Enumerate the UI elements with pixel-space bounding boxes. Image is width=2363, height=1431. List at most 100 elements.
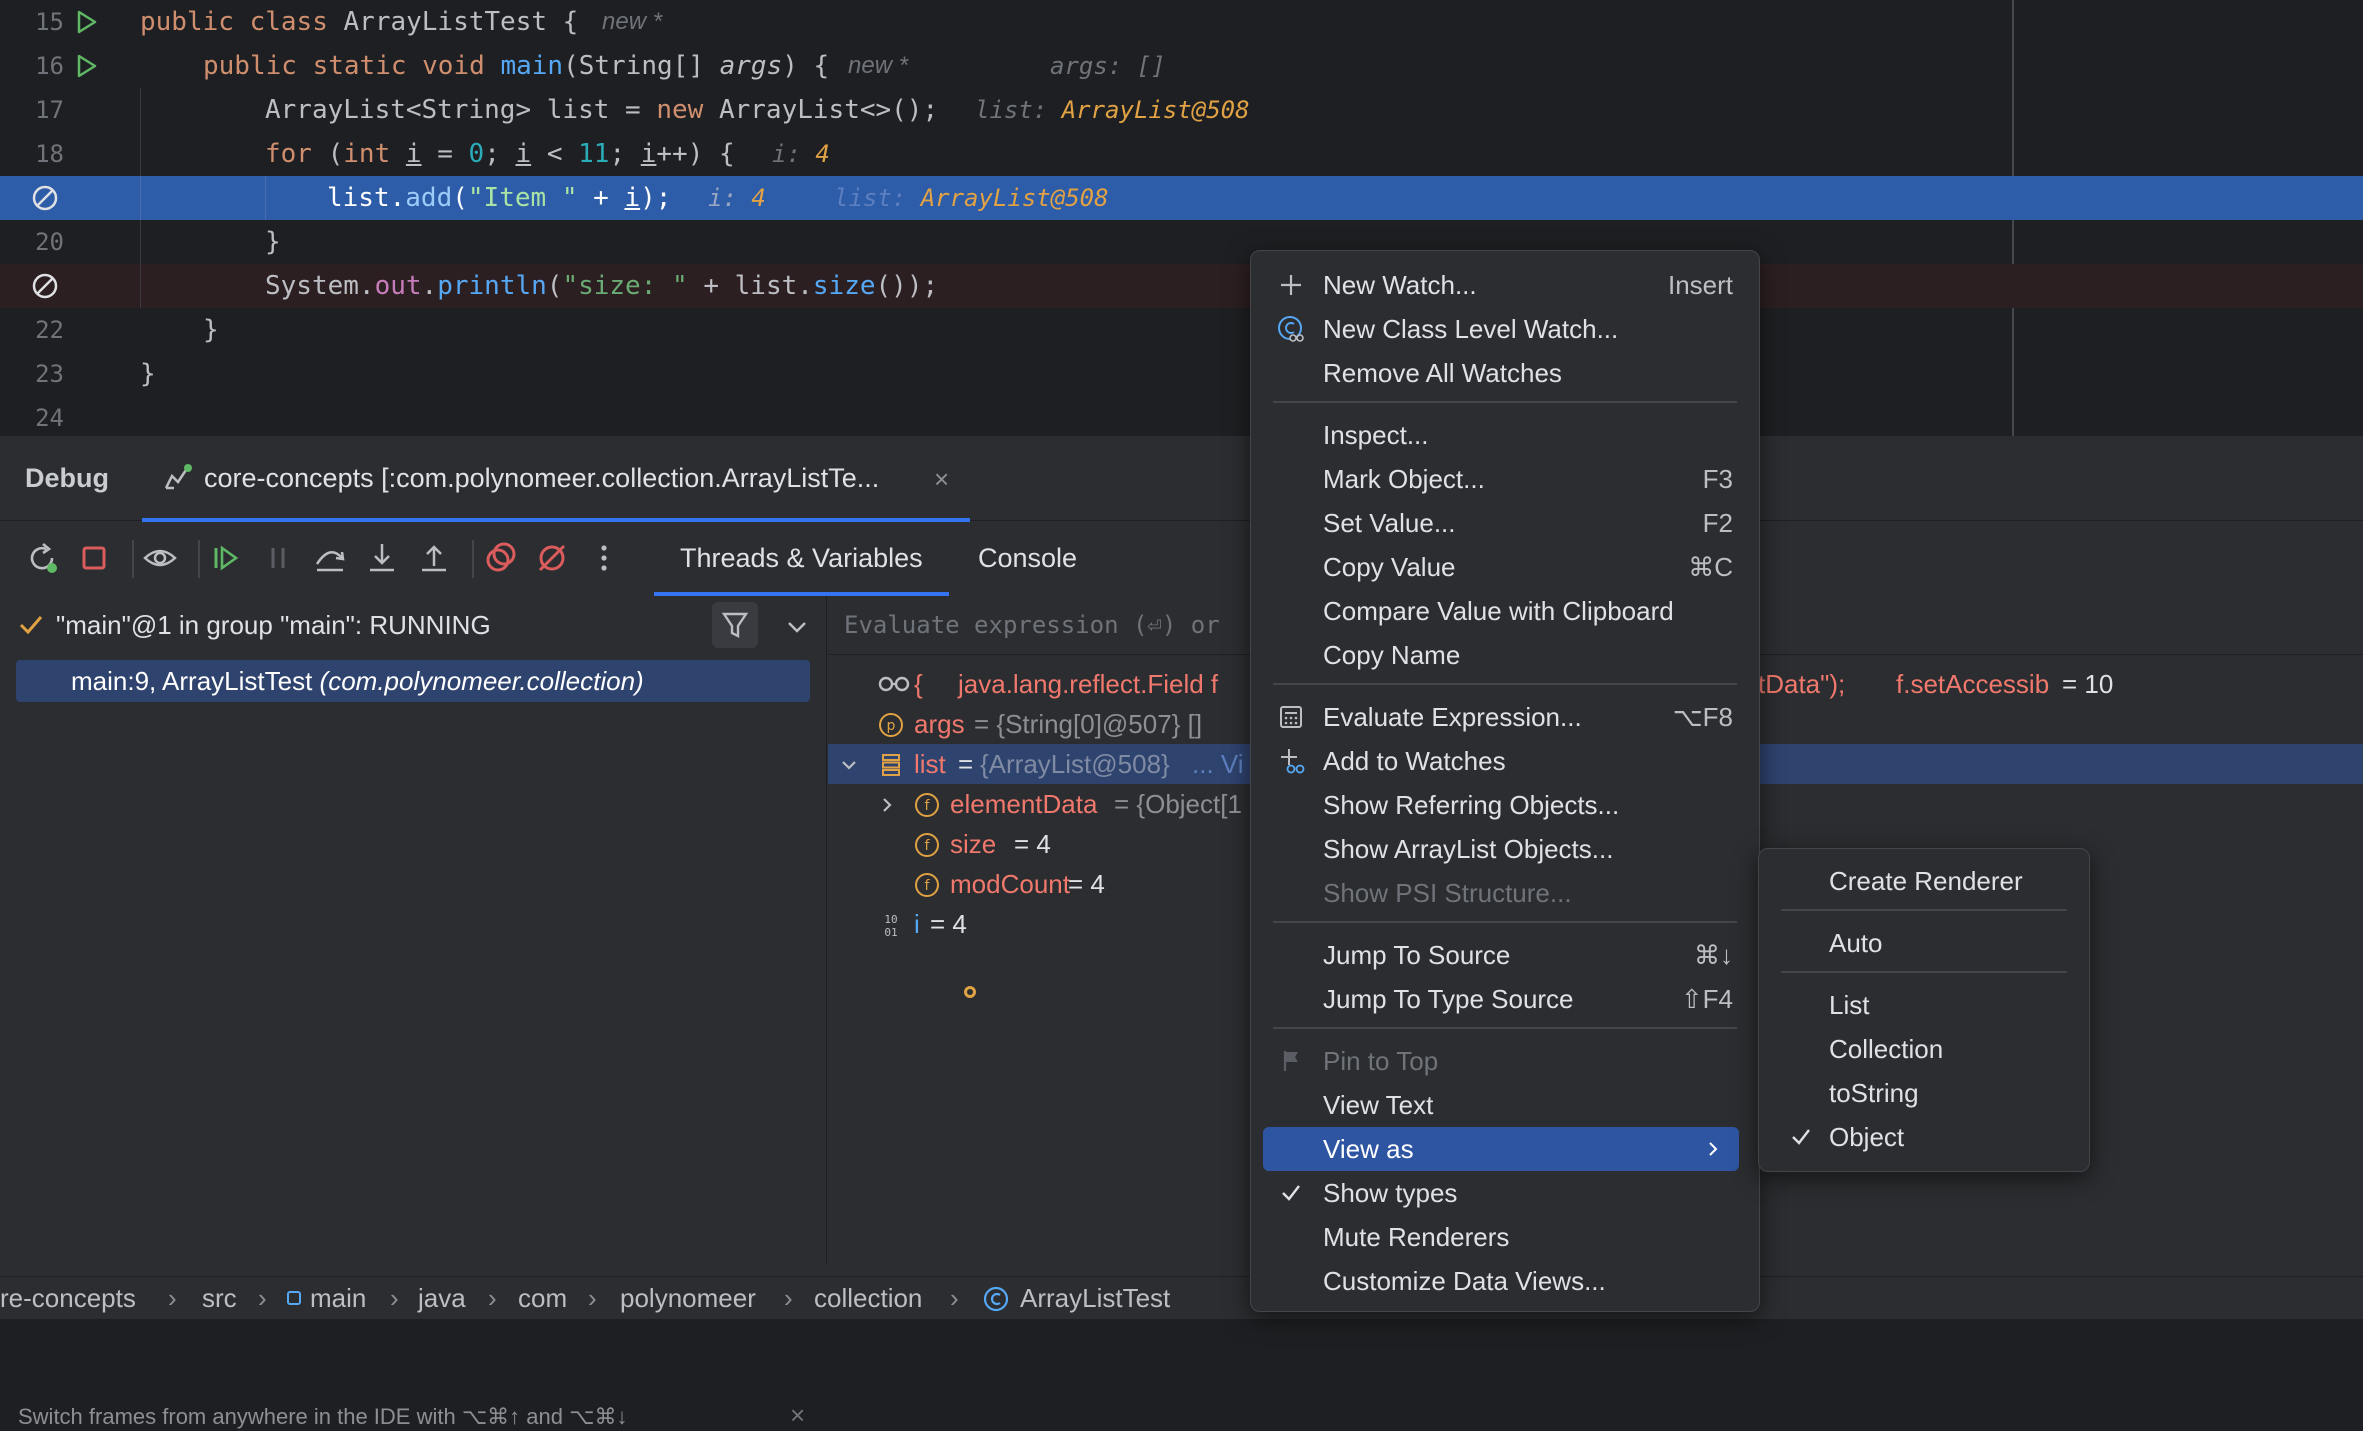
debug-session-tab[interactable]: core-concepts [:com.polynomeer.collectio… (142, 436, 970, 522)
code-line-20[interactable]: 20 } (0, 220, 2363, 264)
code-editor[interactable]: 15 public class ArrayListTest { new * 16… (0, 0, 2363, 436)
breadcrumb-java[interactable]: java (418, 1277, 466, 1319)
debug-inline-value: list: ArrayList@508 (975, 96, 1250, 124)
debug-inline-value: list: ArrayList@508 (834, 184, 1109, 212)
code-text: } (203, 315, 219, 345)
run-gutter-icon[interactable] (72, 52, 100, 80)
code-line-15[interactable]: 15 public class ArrayListTest { new * (0, 0, 2363, 44)
svg-text:f: f (925, 878, 931, 894)
resume-icon[interactable] (208, 540, 244, 576)
menu-item-add-to-watches[interactable]: Add to Watches (1263, 739, 1747, 783)
menu-item-view-text[interactable]: View Text (1263, 1083, 1747, 1127)
view-as-submenu: Create Renderer Auto List Collection toS… (1758, 848, 2090, 1172)
menu-item-evaluate-expression[interactable]: Evaluate Expression... ⌥F8 (1263, 695, 1747, 739)
code-line-18[interactable]: 18 for (int i = 0; i < 11; i++) { i: 4 (0, 132, 2363, 176)
chevron-down-icon[interactable] (784, 614, 810, 640)
close-hint-icon[interactable]: × (790, 1400, 805, 1431)
breadcrumb-module[interactable]: re-concepts (0, 1277, 136, 1319)
debug-toolbar (0, 520, 2363, 596)
checkmark-icon (1792, 1129, 1810, 1145)
submenu-item-collection[interactable]: Collection (1771, 1027, 2077, 1071)
primitive-binary-icon: 1001 (884, 913, 897, 938)
submenu-item-auto[interactable]: Auto (1771, 921, 2077, 965)
svg-text:f: f (925, 838, 931, 854)
flag-icon (1283, 1051, 1298, 1071)
debug-inline-value: i: 4 (772, 140, 830, 168)
line-number: 23 (35, 360, 64, 388)
mute-breakpoints-icon[interactable] (534, 540, 570, 576)
menu-item-copy-value[interactable]: Copy Value ⌘C (1263, 545, 1747, 589)
run-gutter-icon[interactable] (72, 8, 100, 36)
menu-item-set-value[interactable]: Set Value... F2 (1263, 501, 1747, 545)
code-line-17[interactable]: 17 ArrayList<String> list = new ArrayLis… (0, 88, 2363, 132)
svg-text:p: p (887, 718, 896, 734)
step-out-icon[interactable] (416, 540, 452, 576)
chevron-right-icon[interactable] (878, 796, 896, 814)
watch-glasses-icon (878, 676, 910, 692)
code-line-23[interactable]: 23 } (0, 352, 2363, 396)
muted-breakpoint-icon[interactable] (30, 183, 60, 213)
checkmark-icon (1282, 1185, 1300, 1201)
filter-icon[interactable] (712, 602, 758, 648)
author-hint: new * (848, 52, 909, 79)
submenu-item-list[interactable]: List (1771, 983, 2077, 1027)
view-breakpoints-eye-icon[interactable] (142, 540, 178, 576)
breadcrumb-class[interactable]: ArrayListTest (1020, 1277, 1170, 1319)
menu-item-customize-data-views[interactable]: Customize Data Views... (1263, 1259, 1747, 1303)
code-line-16[interactable]: 16 public static void main(String[] args… (0, 44, 2363, 88)
code-line-22[interactable]: 22 } (0, 308, 2363, 352)
calculator-icon (1280, 706, 1302, 728)
line-number: 24 (35, 404, 64, 432)
menu-item-mute-renderers[interactable]: Mute Renderers (1263, 1215, 1747, 1259)
debug-tab-bar: Debug core-concepts [:com.polynomeer.col… (0, 436, 2363, 522)
pause-icon[interactable] (260, 540, 296, 576)
menu-item-new-class-level-watch[interactable]: New Class Level Watch... (1263, 307, 1747, 351)
watch-expression: java.lang.reflect.Field f (958, 669, 1219, 699)
step-over-icon[interactable] (312, 540, 348, 576)
parameter-icon: p (879, 713, 903, 737)
tab-console[interactable]: Console (978, 520, 1077, 596)
breadcrumb-com[interactable]: com (518, 1277, 567, 1319)
chevron-down-icon[interactable] (840, 756, 858, 774)
view-breakpoints-icon[interactable] (482, 540, 518, 576)
code-line-24[interactable]: 24 (0, 396, 2363, 436)
menu-item-remove-all-watches[interactable]: Remove All Watches (1263, 351, 1747, 395)
menu-item-show-types[interactable]: Show types (1263, 1171, 1747, 1215)
menu-item-mark-object[interactable]: Mark Object... F3 (1263, 457, 1747, 501)
stop-icon[interactable] (76, 540, 112, 576)
add-watch-icon (1281, 749, 1305, 774)
line-number: 20 (35, 228, 64, 256)
muted-breakpoint-icon[interactable] (30, 271, 60, 301)
step-into-icon[interactable] (364, 540, 400, 576)
tab-threads-variables[interactable]: Threads & Variables (654, 520, 949, 596)
variable-stack-icon (882, 754, 900, 776)
breadcrumb-src[interactable]: src (202, 1277, 237, 1319)
thread-selector[interactable]: "main"@1 in group "main": RUNNING (0, 596, 826, 654)
line-number: 17 (35, 96, 64, 124)
menu-item-show-referring-objects[interactable]: Show Referring Objects... (1263, 783, 1747, 827)
menu-item-show-psi-structure: Show PSI Structure... (1323, 878, 1572, 908)
breadcrumb-collection[interactable]: collection (814, 1277, 922, 1319)
menu-item-new-watch[interactable]: New Watch... Insert (1263, 263, 1747, 307)
menu-item-jump-to-source[interactable]: Jump To Source ⌘↓ (1263, 933, 1747, 977)
menu-item-copy-name[interactable]: Copy Name (1263, 633, 1747, 677)
breadcrumb-main[interactable]: main (310, 1277, 366, 1319)
submenu-item-tostring[interactable]: toString (1771, 1071, 2077, 1115)
menu-item-view-as[interactable]: View as (1263, 1127, 1739, 1171)
menu-item-show-arraylist-objects[interactable]: Show ArrayList Objects... (1263, 827, 1747, 871)
more-options-icon[interactable] (586, 540, 622, 576)
field-icon: f (915, 833, 939, 857)
menu-item-inspect[interactable]: Inspect... (1263, 413, 1747, 457)
code-line-19-current-execution[interactable]: 19 list.add("Item " + i); i: 4 list: Arr… (0, 176, 2363, 220)
debug-session-icon (164, 464, 192, 490)
breadcrumb-polynomeer[interactable]: polynomeer (620, 1277, 756, 1319)
close-tab-icon[interactable]: × (934, 464, 949, 495)
code-line-21-breakpoint[interactable]: 21 System.out.println("size: " + list.si… (0, 264, 2363, 308)
menu-item-compare-value-with-clipboard[interactable]: Compare Value with Clipboard (1263, 589, 1747, 633)
stack-frame-main[interactable]: main:9, ArrayListTest (com.polynomeer.co… (16, 660, 810, 702)
submenu-item-create-renderer[interactable]: Create Renderer (1771, 859, 2077, 903)
menu-item-pin-to-top: Pin to Top (1263, 1039, 1747, 1083)
rerun-icon[interactable] (24, 540, 60, 576)
submenu-item-object[interactable]: Object (1771, 1115, 2077, 1159)
menu-item-jump-to-type-source[interactable]: Jump To Type Source ⇧F4 (1263, 977, 1747, 1021)
